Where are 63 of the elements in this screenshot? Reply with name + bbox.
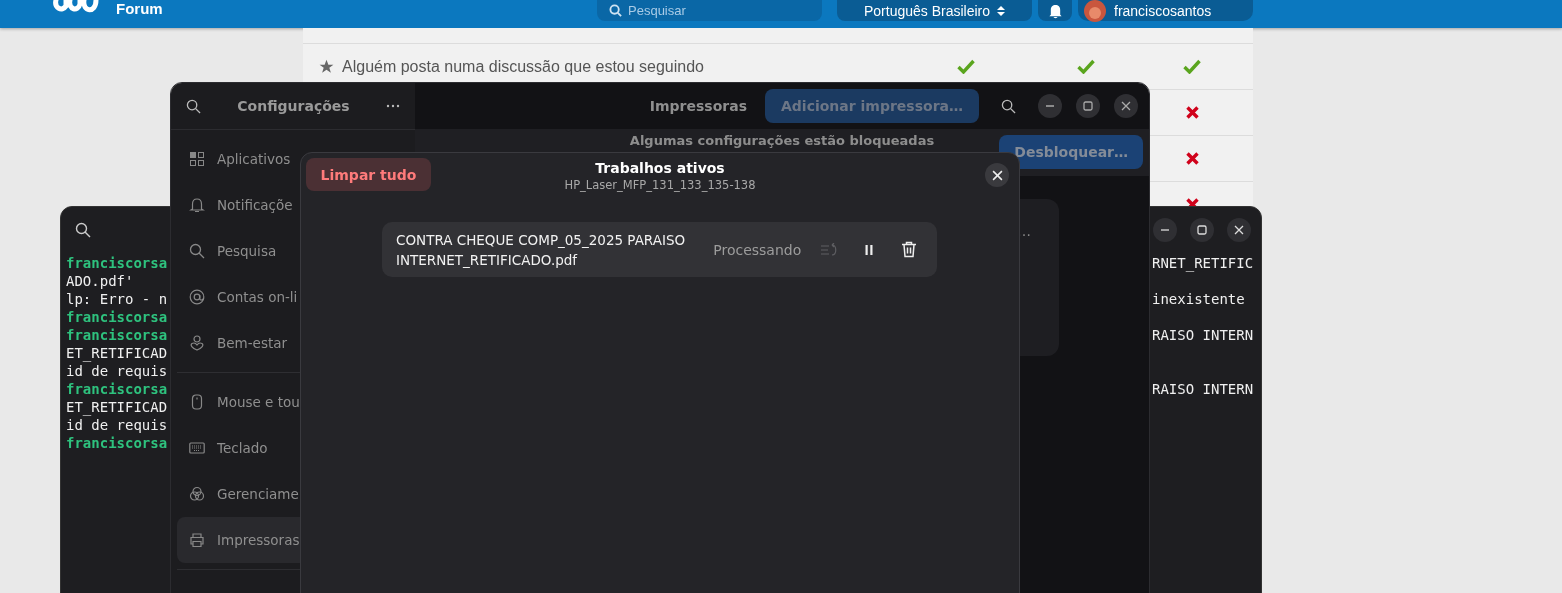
bell-icon bbox=[1047, 2, 1063, 19]
job-status: Processando bbox=[713, 241, 802, 258]
search-icon[interactable] bbox=[1001, 98, 1016, 114]
terminal-text: ADO.pdf' bbox=[66, 272, 134, 290]
close-button[interactable] bbox=[985, 163, 1009, 187]
maximize-button[interactable] bbox=[1190, 218, 1214, 242]
close-button[interactable] bbox=[1227, 218, 1251, 242]
maximize-icon bbox=[1197, 225, 1207, 235]
search-icon bbox=[609, 4, 622, 17]
page-title: Impressoras bbox=[649, 98, 747, 114]
terminal-text: RAISO INTERN bbox=[1152, 380, 1254, 398]
language-dropdown[interactable]: Português Brasileiro bbox=[837, 0, 1032, 21]
search-field[interactable]: Pesquisar bbox=[597, 0, 822, 21]
unlock-button[interactable]: Desbloquear… bbox=[999, 135, 1143, 169]
minimize-button[interactable] bbox=[1153, 218, 1177, 242]
terminal-text: franciscorsa bbox=[66, 380, 168, 398]
grid-icon bbox=[189, 151, 205, 167]
avatar-icon bbox=[1084, 0, 1106, 22]
mouse-icon bbox=[189, 394, 205, 410]
close-icon bbox=[991, 169, 1003, 181]
terminal-text: id de requis bbox=[66, 416, 168, 434]
person-heart-icon bbox=[189, 335, 205, 351]
terminal-text: inexistente bbox=[1152, 290, 1245, 308]
job-name: CONTRA CHEQUE COMP_05_2025 PARAISO INTERNET_RETIFICADO.pdf bbox=[396, 230, 687, 270]
dialog-title: Trabalhos ativos bbox=[595, 159, 725, 177]
close-icon bbox=[1121, 101, 1131, 111]
terminal-text: lp: Erro - n bbox=[66, 290, 168, 308]
maximize-icon bbox=[1083, 101, 1093, 111]
at-sign-icon bbox=[189, 289, 205, 305]
terminal-text: franciscorsa bbox=[66, 434, 168, 452]
notifications-button[interactable] bbox=[1038, 0, 1072, 21]
close-button[interactable] bbox=[1114, 94, 1138, 118]
clear-all-button[interactable]: Limpar tudo bbox=[306, 158, 431, 191]
terminal-text: RAISO INTERN bbox=[1152, 326, 1254, 344]
bell-icon bbox=[189, 197, 205, 213]
notification-label: Alguém posta numa discussão que estou seguindo bbox=[342, 57, 704, 76]
sidebar-title: Configurações bbox=[236, 98, 351, 114]
trash-icon bbox=[901, 241, 918, 258]
terminal-text: franciscorsa bbox=[66, 326, 168, 344]
dialog-subtitle: HP_Laser_MFP_131_133_135-138 bbox=[564, 177, 756, 193]
terminal-text: franciscorsa bbox=[66, 308, 168, 326]
minimize-button[interactable] bbox=[1038, 94, 1062, 118]
terminal-text: id de requis bbox=[66, 362, 168, 380]
terminal-text: RNET_RETIFIC bbox=[1152, 254, 1254, 272]
reorder-icon bbox=[820, 242, 839, 257]
banner-text: Algumas configurações estão bloqueadas bbox=[629, 133, 935, 149]
star-icon bbox=[319, 59, 334, 74]
search-icon bbox=[189, 243, 205, 259]
color-circles-icon bbox=[189, 486, 205, 502]
printer-icon bbox=[189, 532, 205, 548]
updown-caret-icon bbox=[997, 4, 1006, 17]
terminal-text: franciscorsa bbox=[66, 254, 168, 272]
terminal-text: ET_RETIFICAD bbox=[66, 344, 168, 362]
user-menu-button[interactable]: franciscosantos bbox=[1078, 0, 1253, 21]
maximize-button[interactable] bbox=[1076, 94, 1100, 118]
terminal-text: ET_RETIFICAD bbox=[66, 398, 168, 416]
search-icon[interactable] bbox=[186, 98, 201, 114]
keyboard-icon bbox=[189, 440, 205, 456]
menu-icon[interactable] bbox=[386, 104, 400, 108]
close-icon bbox=[1234, 225, 1244, 235]
search-icon[interactable] bbox=[75, 222, 91, 238]
pause-icon bbox=[864, 243, 875, 256]
forum-logo-text: Forum bbox=[116, 0, 163, 18]
